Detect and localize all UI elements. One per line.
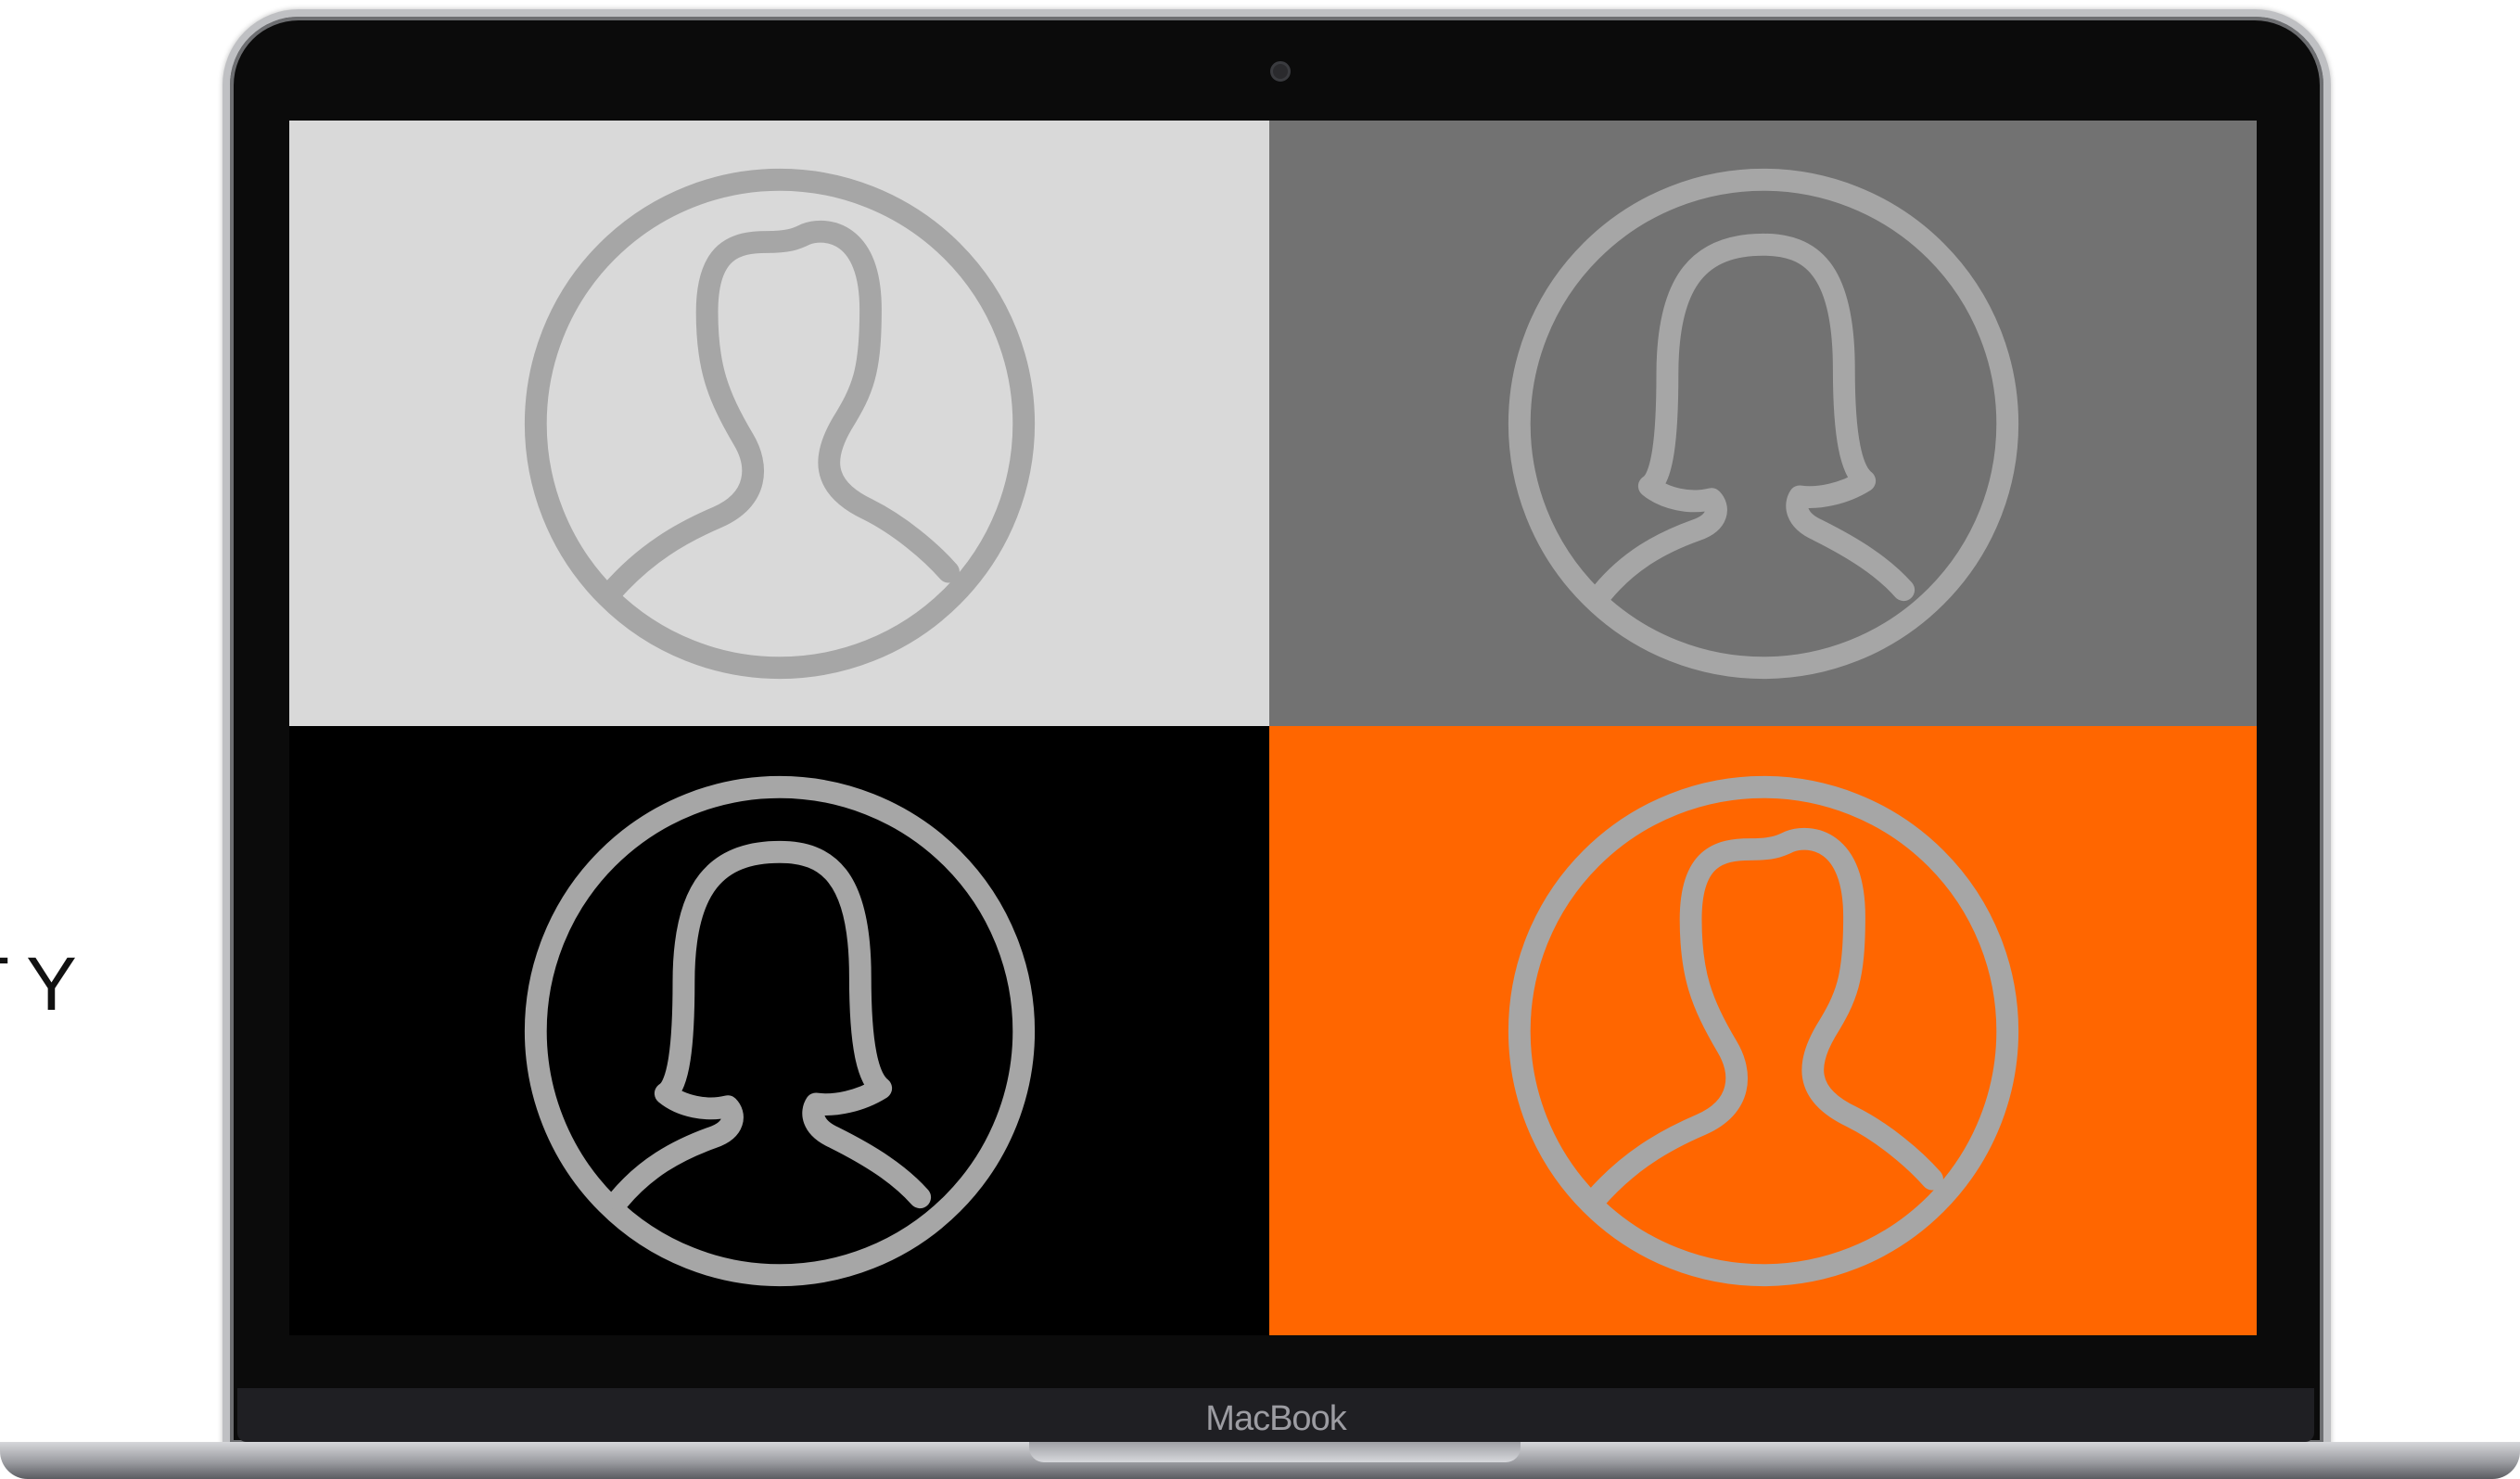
stage: TY [0, 0, 2520, 1479]
laptop-chin: MacBook [237, 1388, 2314, 1442]
tile-top-right[interactable] [1269, 121, 2257, 726]
person-long-hair-icon [524, 775, 1035, 1286]
video-call-grid [289, 121, 2257, 1335]
person-short-hair-icon [524, 168, 1035, 679]
camera-icon [1270, 61, 1291, 82]
brand-label: MacBook [1205, 1399, 1346, 1438]
tile-bottom-left[interactable] [289, 726, 1269, 1335]
side-text: TY [0, 942, 94, 1026]
tile-bottom-right[interactable] [1269, 726, 2257, 1335]
person-short-hair-icon [1508, 775, 2018, 1286]
laptop-hinge-notch [1029, 1442, 1521, 1462]
tile-top-left[interactable] [289, 121, 1269, 726]
person-long-hair-icon [1508, 168, 2018, 679]
